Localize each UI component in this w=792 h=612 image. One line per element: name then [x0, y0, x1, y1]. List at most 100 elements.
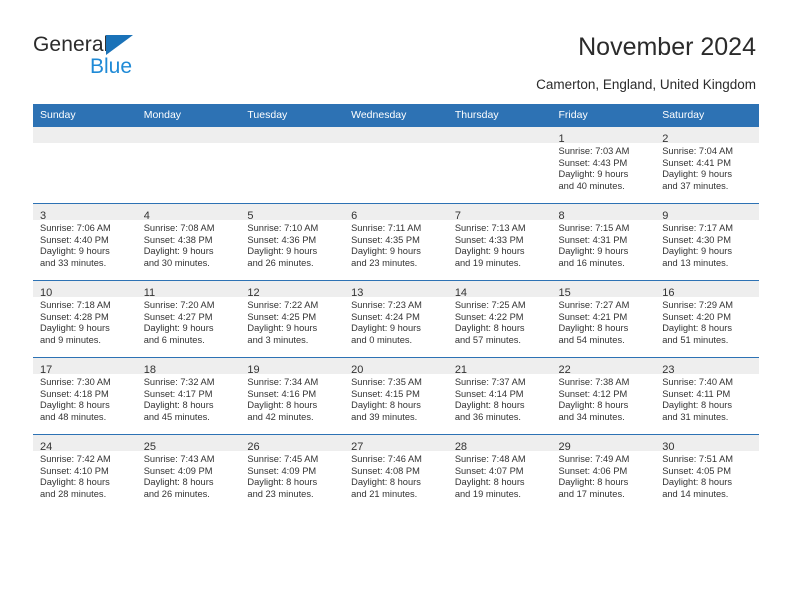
sunset-text: Sunset: 4:05 PM [662, 465, 731, 476]
sunrise-text: Sunrise: 7:35 AM [351, 377, 422, 387]
daylight-text-line1: Daylight: 9 hours [662, 246, 732, 257]
day-cell-details: Sunrise: 7:03 AM Sunset: 4:43 PM Daylight:… [551, 143, 656, 193]
day-number: 20 [351, 364, 364, 376]
sunrise-text: Sunrise: 7:11 AM [351, 223, 422, 233]
day-number-band: 20 [344, 358, 448, 376]
calendar-day-cell[interactable]: 14 Sunrise: 7:25 AM Sunset: 4:22 PM Dayligh… [447, 280, 552, 358]
sunset-text: Sunset: 4:11 PM [662, 388, 731, 399]
calendar-day-cell[interactable]: 20 Sunrise: 7:35 AM Sunset: 4:15 PM Dayligh… [344, 357, 448, 435]
daylight-text-line1: Daylight: 9 hours [247, 323, 318, 334]
daylight-text-line1: Daylight: 9 hours [40, 246, 110, 257]
daylight-text-line2: and 57 minutes. [454, 334, 521, 345]
day-number-band: 1 [551, 127, 656, 145]
sunrise-text: Sunrise: 7:18 AM [40, 300, 111, 310]
day-number-band: 14 [447, 281, 552, 299]
sunset-text: Sunset: 4:28 PM [40, 311, 109, 322]
calendar-day-cell[interactable]: 29 Sunrise: 7:49 AM Sunset: 4:06 PM Dayligh… [551, 434, 656, 511]
calendar-day-cell[interactable]: 4 Sunrise: 7:08 AM Sunset: 4:38 PM Daylight… [136, 203, 241, 281]
weekday-header-wednesday: Wednesday [344, 104, 448, 127]
day-number-band: 12 [240, 281, 345, 299]
sunset-text: Sunset: 4:06 PM [558, 465, 628, 476]
daylight-text-line1: Daylight: 8 hours [247, 477, 318, 488]
day-number: 25 [143, 441, 156, 453]
day-cell-details: Sunrise: 7:17 AM Sunset: 4:30 PM Daylight:… [655, 220, 759, 270]
day-number: 30 [662, 441, 675, 453]
daylight-text-line1: Daylight: 8 hours [40, 477, 110, 488]
calendar-day-cell[interactable]: 15 Sunrise: 7:27 AM Sunset: 4:21 PM Dayligh… [551, 280, 656, 358]
calendar-day-cell[interactable]: 3 Sunrise: 7:06 AM Sunset: 4:40 PM Daylight… [33, 203, 137, 281]
day-number: 3 [40, 210, 47, 222]
weekday-header-sunday: Sunday [33, 104, 137, 127]
day-number: 13 [351, 287, 364, 299]
calendar-day-cell[interactable]: 16 Sunrise: 7:29 AM Sunset: 4:20 PM Dayligh… [655, 280, 759, 358]
day-number-band: 29 [551, 435, 656, 453]
calendar-day-cell[interactable]: 19 Sunrise: 7:34 AM Sunset: 4:16 PM Dayligh… [240, 357, 345, 435]
calendar-day-cell[interactable]: 24 Sunrise: 7:42 AM Sunset: 4:10 PM Dayligh… [33, 434, 137, 511]
sunrise-text: Sunrise: 7:34 AM [247, 377, 319, 387]
day-cell-details: Sunrise: 7:42 AM Sunset: 4:10 PM Daylight:… [33, 451, 137, 501]
calendar-day-cell[interactable]: 1 Sunrise: 7:03 AM Sunset: 4:43 PM Daylight… [551, 126, 656, 204]
calendar-day-cell[interactable]: 6 Sunrise: 7:11 AM Sunset: 4:35 PM Daylight… [344, 203, 448, 281]
calendar-day-cell-empty [33, 126, 137, 204]
daylight-text-line1: Daylight: 9 hours [351, 246, 421, 257]
calendar-day-cell[interactable]: 2 Sunrise: 7:04 AM Sunset: 4:41 PM Daylight… [655, 126, 759, 204]
sunset-text: Sunset: 4:08 PM [351, 465, 420, 476]
daylight-text-line2: and 45 minutes. [143, 411, 210, 422]
calendar-day-cell[interactable]: 25 Sunrise: 7:43 AM Sunset: 4:09 PM Dayligh… [136, 434, 241, 511]
sunrise-text: Sunrise: 7:29 AM [662, 300, 734, 310]
sunrise-text: Sunrise: 7:23 AM [351, 300, 422, 310]
day-number-band: 11 [136, 281, 241, 299]
sunrise-text: Sunrise: 7:06 AM [40, 223, 111, 233]
calendar-day-cell[interactable]: 5 Sunrise: 7:10 AM Sunset: 4:36 PM Daylight… [240, 203, 345, 281]
calendar-day-cell[interactable]: 9 Sunrise: 7:17 AM Sunset: 4:30 PM Daylight… [655, 203, 759, 281]
daylight-text-line2: and 36 minutes. [454, 411, 521, 422]
sunrise-text: Sunrise: 7:51 AM [662, 454, 734, 464]
calendar-day-cell-empty [136, 126, 241, 204]
page-title: November 2024 [578, 33, 756, 61]
day-number-band: 2 [655, 127, 759, 145]
calendar-day-cell[interactable]: 27 Sunrise: 7:46 AM Sunset: 4:08 PM Dayligh… [344, 434, 448, 511]
sunset-text: Sunset: 4:31 PM [558, 234, 628, 245]
day-number-band: 15 [551, 281, 656, 299]
day-cell-details: Sunrise: 7:25 AM Sunset: 4:22 PM Daylight:… [447, 297, 552, 347]
day-number-band: 4 [136, 204, 241, 222]
calendar-day-cell[interactable]: 11 Sunrise: 7:20 AM Sunset: 4:27 PM Dayligh… [136, 280, 241, 358]
calendar-day-cell[interactable]: 8 Sunrise: 7:15 AM Sunset: 4:31 PM Daylight… [551, 203, 656, 281]
sunrise-text: Sunrise: 7:25 AM [454, 300, 526, 310]
brand-name-general: General [33, 33, 109, 56]
sunrise-text: Sunrise: 7:32 AM [143, 377, 215, 387]
daylight-text-line2: and 17 minutes. [558, 488, 625, 499]
calendar-day-cell[interactable]: 18 Sunrise: 7:32 AM Sunset: 4:17 PM Dayligh… [136, 357, 241, 435]
sunrise-text: Sunrise: 7:15 AM [558, 223, 630, 233]
daylight-text-line1: Daylight: 8 hours [454, 477, 525, 488]
daylight-text-line2: and 21 minutes. [351, 488, 418, 499]
calendar-day-cell[interactable]: 26 Sunrise: 7:45 AM Sunset: 4:09 PM Dayligh… [240, 434, 345, 511]
calendar-day-cell[interactable]: 12 Sunrise: 7:22 AM Sunset: 4:25 PM Dayligh… [240, 280, 345, 358]
day-number: 2 [662, 133, 669, 145]
day-number: 14 [454, 287, 468, 299]
general-blue-logo[interactable]: General Blue [33, 33, 253, 83]
calendar-day-cell[interactable]: 21 Sunrise: 7:37 AM Sunset: 4:14 PM Dayligh… [447, 357, 552, 435]
calendar-day-cell[interactable]: 23 Sunrise: 7:40 AM Sunset: 4:11 PM Dayligh… [655, 357, 759, 435]
sunset-text: Sunset: 4:36 PM [247, 234, 317, 245]
sunrise-text: Sunrise: 7:22 AM [247, 300, 319, 310]
sunset-text: Sunset: 4:09 PM [143, 465, 213, 476]
calendar-day-cell[interactable]: 10 Sunrise: 7:18 AM Sunset: 4:28 PM Dayligh… [33, 280, 137, 358]
sunset-text: Sunset: 4:35 PM [351, 234, 420, 245]
daylight-text-line2: and 26 minutes. [143, 488, 210, 499]
sunrise-text: Sunrise: 7:08 AM [143, 223, 215, 233]
calendar-day-cell[interactable]: 13 Sunrise: 7:23 AM Sunset: 4:24 PM Dayligh… [344, 280, 448, 358]
calendar-day-cell[interactable]: 7 Sunrise: 7:13 AM Sunset: 4:33 PM Daylight… [447, 203, 552, 281]
calendar-body: 1 Sunrise: 7:03 AM Sunset: 4:43 PM Daylight… [33, 126, 759, 511]
calendar-day-cell[interactable]: 22 Sunrise: 7:38 AM Sunset: 4:12 PM Dayligh… [551, 357, 656, 435]
day-number-band: 23 [655, 358, 759, 376]
sunrise-sunset-calendar-table: Sunday Monday Tuesday Wednesday Thursday Frid… [33, 104, 759, 511]
day-number-band: 26 [240, 435, 345, 453]
sunset-text: Sunset: 4:07 PM [454, 465, 524, 476]
day-cell-details: Sunrise: 7:40 AM Sunset: 4:11 PM Daylight:… [655, 374, 759, 424]
day-cell-details: Sunrise: 7:48 AM Sunset: 4:07 PM Daylight:… [447, 451, 552, 501]
calendar-day-cell[interactable]: 17 Sunrise: 7:30 AM Sunset: 4:18 PM Dayligh… [33, 357, 137, 435]
day-number: 6 [351, 210, 358, 222]
calendar-day-cell[interactable]: 30 Sunrise: 7:51 AM Sunset: 4:05 PM Dayligh… [655, 434, 759, 511]
calendar-day-cell[interactable]: 28 Sunrise: 7:48 AM Sunset: 4:07 PM Dayligh… [447, 434, 552, 511]
